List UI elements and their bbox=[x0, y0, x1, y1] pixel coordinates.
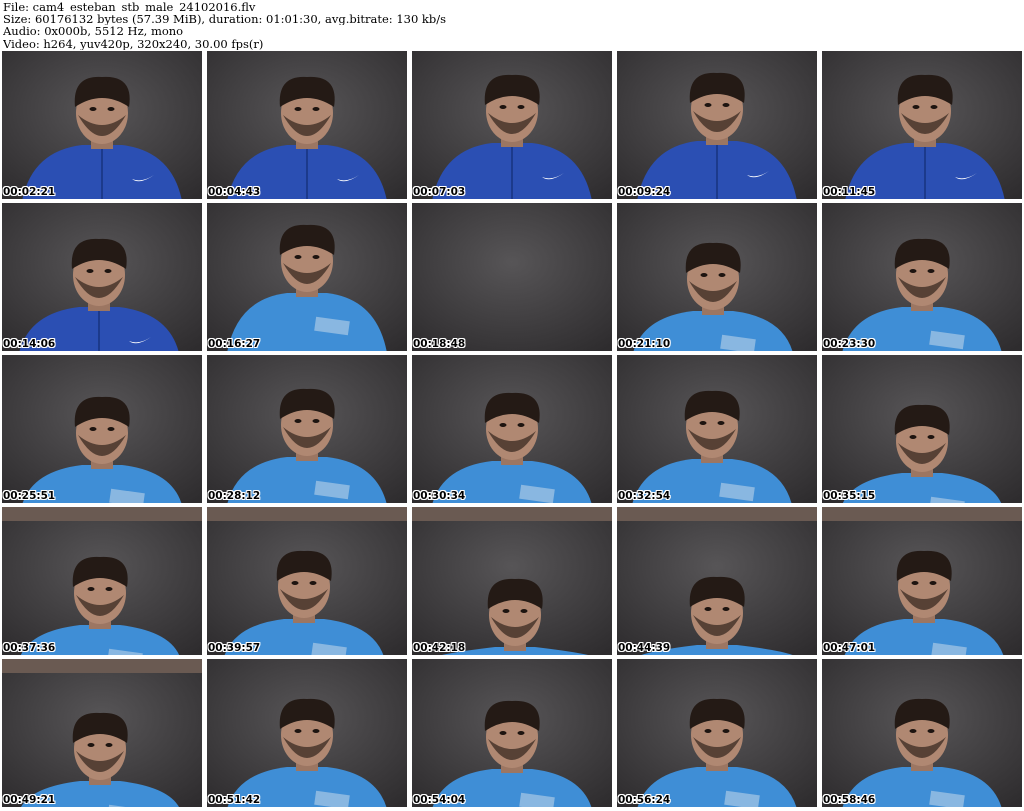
thumbnail-timestamp: 00:56:24 bbox=[618, 794, 671, 806]
video-thumbnail: 00:49:21 bbox=[2, 659, 202, 807]
thumbnail-frame bbox=[207, 203, 407, 351]
thumbnail-timestamp: 00:07:03 bbox=[413, 186, 466, 198]
thumbnail-frame bbox=[617, 659, 817, 807]
thumbnail-timestamp: 00:02:21 bbox=[3, 186, 56, 198]
thumbnail-frame bbox=[617, 51, 817, 199]
video-thumbnail: 00:47:01 bbox=[822, 507, 1022, 655]
thumbnail-timestamp: 00:04:43 bbox=[208, 186, 261, 198]
thumbnail-frame bbox=[412, 355, 612, 503]
thumbnail-frame bbox=[207, 659, 407, 807]
thumbnail-timestamp: 00:37:36 bbox=[3, 642, 56, 654]
file-info-header: File: cam4_esteban_stb_male_24102016.flv… bbox=[3, 1, 1021, 50]
thumbnail-timestamp: 00:42:18 bbox=[413, 642, 466, 654]
thumbnail-timestamp: 00:44:39 bbox=[618, 642, 671, 654]
thumbnail-timestamp: 00:54:04 bbox=[413, 794, 466, 806]
video-thumbnail: 00:14:06 bbox=[2, 203, 202, 351]
file-size-line: Size: 60176132 bytes (57.39 MiB), durati… bbox=[3, 13, 447, 26]
video-thumbnail: 00:44:39 bbox=[617, 507, 817, 655]
thumbnail-frame bbox=[2, 507, 202, 655]
thumbnail-timestamp: 00:58:46 bbox=[823, 794, 876, 806]
video-thumbnail: 00:25:51 bbox=[2, 355, 202, 503]
thumbnail-timestamp: 00:28:12 bbox=[208, 490, 261, 502]
thumbnail-timestamp: 00:18:48 bbox=[413, 338, 466, 350]
thumbnail-timestamp: 00:09:24 bbox=[618, 186, 671, 198]
thumbnail-timestamp: 00:35:15 bbox=[823, 490, 876, 502]
video-thumbnail: 00:39:57 bbox=[207, 507, 407, 655]
thumbnail-timestamp: 00:32:54 bbox=[618, 490, 671, 502]
video-thumbnail: 00:58:46 bbox=[822, 659, 1022, 807]
thumbnail-frame bbox=[2, 51, 202, 199]
thumbnail-frame bbox=[822, 659, 1022, 807]
file-name-line: File: cam4_esteban_stb_male_24102016.flv bbox=[3, 1, 256, 14]
thumbnail-frame bbox=[2, 355, 202, 503]
thumbnail-timestamp: 00:39:57 bbox=[208, 642, 261, 654]
thumbnail-frame bbox=[617, 203, 817, 351]
video-thumbnail: 00:16:27 bbox=[207, 203, 407, 351]
video-thumbnail: 00:02:21 bbox=[2, 51, 202, 199]
thumbnail-frame bbox=[2, 203, 202, 351]
video-thumbnail: 00:07:03 bbox=[412, 51, 612, 199]
thumbnail-timestamp: 00:30:34 bbox=[413, 490, 466, 502]
thumbnail-frame bbox=[207, 507, 407, 655]
thumbnail-frame bbox=[412, 51, 612, 199]
thumbnail-frame bbox=[822, 203, 1022, 351]
thumbnail-frame bbox=[207, 355, 407, 503]
video-thumbnail: 00:54:04 bbox=[412, 659, 612, 807]
video-thumbnail: 00:23:30 bbox=[822, 203, 1022, 351]
video-thumbnail: 00:32:54 bbox=[617, 355, 817, 503]
thumbnail-timestamp: 00:11:45 bbox=[823, 186, 876, 198]
thumbnail-timestamp: 00:23:30 bbox=[823, 338, 876, 350]
thumbnail-frame bbox=[822, 507, 1022, 655]
video-thumbnail: 00:56:24 bbox=[617, 659, 817, 807]
thumbnail-frame bbox=[412, 659, 612, 807]
video-thumbnail: 00:51:42 bbox=[207, 659, 407, 807]
thumbnail-frame bbox=[617, 355, 817, 503]
video-thumbnail: 00:11:45 bbox=[822, 51, 1022, 199]
video-thumbnail: 00:18:48 bbox=[412, 203, 612, 351]
video-thumbnail: 00:21:10 bbox=[617, 203, 817, 351]
thumbnail-timestamp: 00:51:42 bbox=[208, 794, 261, 806]
video-thumbnail: 00:28:12 bbox=[207, 355, 407, 503]
video-thumbnail: 00:42:18 bbox=[412, 507, 612, 655]
thumbnail-frame bbox=[207, 51, 407, 199]
thumbnail-timestamp: 00:49:21 bbox=[3, 794, 56, 806]
thumbnail-frame bbox=[412, 203, 612, 351]
thumbnail-frame bbox=[822, 51, 1022, 199]
video-thumbnail: 00:09:24 bbox=[617, 51, 817, 199]
thumbnail-timestamp: 00:25:51 bbox=[3, 490, 56, 502]
thumbnail-timestamp: 00:21:10 bbox=[618, 338, 671, 350]
thumbnail-frame bbox=[412, 507, 612, 655]
thumbnail-timestamp: 00:16:27 bbox=[208, 338, 261, 350]
thumbnail-frame bbox=[822, 355, 1022, 503]
thumbnail-timestamp: 00:14:06 bbox=[3, 338, 56, 350]
thumbnail-timestamp: 00:47:01 bbox=[823, 642, 876, 654]
video-info-line: Video: h264, yuv420p, 320x240, 30.00 fps… bbox=[3, 37, 264, 50]
video-thumbnail: 00:35:15 bbox=[822, 355, 1022, 503]
thumbnail-frame bbox=[2, 659, 202, 807]
thumbnail-frame bbox=[617, 507, 817, 655]
video-thumbnail: 00:30:34 bbox=[412, 355, 612, 503]
audio-info-line: Audio: 0x000b, 5512 Hz, mono bbox=[3, 25, 184, 38]
thumbnail-grid: 00:02:21 00:04:43 00:07:03 00:09:24 00:11:45… bbox=[2, 51, 1022, 811]
video-thumbnail: 00:37:36 bbox=[2, 507, 202, 655]
video-thumbnail: 00:04:43 bbox=[207, 51, 407, 199]
